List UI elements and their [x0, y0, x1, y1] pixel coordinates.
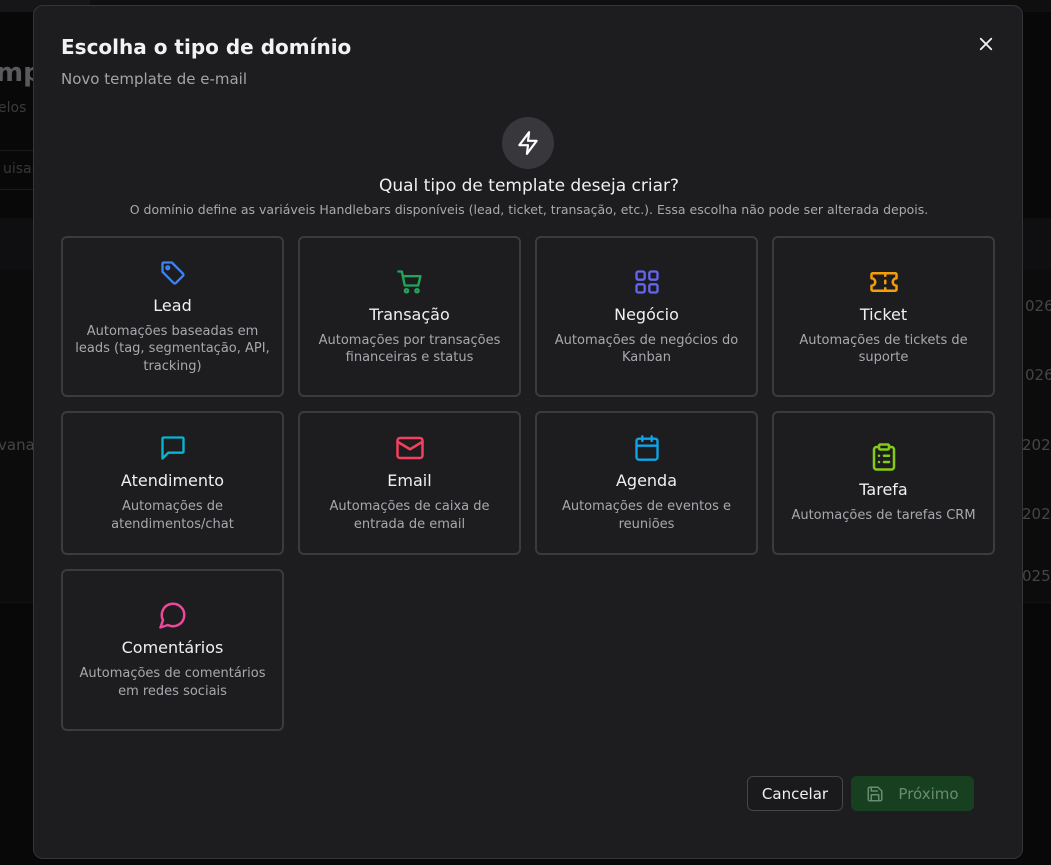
close-button[interactable]: [974, 32, 998, 56]
domain-card-negocio[interactable]: Negócio Automações de negócios do Kanban: [535, 236, 758, 397]
calendar-icon: [632, 433, 662, 463]
card-title: Negócio: [614, 304, 679, 324]
domain-card-transacao[interactable]: Transação Automações por transações fina…: [298, 236, 521, 397]
question-hint: O domínio define as variáveis Handlebars…: [129, 202, 929, 217]
card-title: Atendimento: [120, 471, 225, 490]
card-description: Automações de eventos e reuniões: [561, 499, 732, 532]
question-heading: Qual tipo de template deseja criar?: [378, 176, 680, 196]
save-icon: [867, 786, 883, 801]
domain-card-tarefa[interactable]: Tarefa Automações de tarefas CRM: [772, 411, 995, 555]
grid-icon: [632, 267, 662, 297]
dialog-title: Escolha o tipo de domínio: [61, 35, 352, 59]
domain-card-email[interactable]: Email Automações de caixa de entrada de …: [298, 411, 521, 555]
next-button-label: Próximo: [898, 784, 959, 803]
domain-type-dialog: Escolha o tipo de domínio Novo template …: [33, 5, 1023, 859]
card-title: Ticket: [859, 304, 908, 324]
cancel-button[interactable]: Cancelar: [747, 776, 843, 811]
clipboard-list-icon: [869, 442, 899, 472]
card-title: Agenda: [615, 471, 678, 490]
message-circle-icon: [158, 600, 188, 630]
close-icon: [979, 37, 993, 51]
card-description: Automações por transações financeiras e …: [318, 332, 501, 366]
zap-icon-circle: [502, 117, 554, 169]
dialog-subtitle: Novo template de e-mail: [61, 70, 247, 88]
domain-card-lead[interactable]: Lead Automações baseadas em leads (tag, …: [61, 236, 284, 397]
card-title: Email: [387, 471, 432, 490]
message-square-icon: [158, 433, 188, 463]
domain-card-atendimento[interactable]: Atendimento Automações de atendimentos/c…: [61, 411, 284, 555]
card-description: Automações de caixa de entrada de email: [329, 499, 490, 532]
next-button[interactable]: Próximo: [851, 776, 974, 811]
card-description: Automações de negócios do Kanban: [554, 332, 739, 366]
ticket-icon: [869, 267, 899, 297]
card-description: Automações de tickets de suporte: [799, 332, 968, 366]
card-description: Automações de tarefas CRM: [791, 507, 976, 523]
domain-card-comentarios[interactable]: Comentários Automações de comentários em…: [61, 569, 284, 731]
tag-icon: [158, 258, 188, 288]
card-title: Tarefa: [859, 479, 908, 499]
cart-icon: [395, 267, 425, 297]
card-title: Transação: [369, 304, 450, 324]
card-title: Lead: [153, 295, 192, 315]
card-description: Automações baseadas em leads (tag, segme…: [75, 323, 270, 374]
domain-card-agenda[interactable]: Agenda Automações de eventos e reuniões: [535, 411, 758, 555]
zap-icon: [518, 131, 538, 155]
card-title: Comentários: [121, 638, 224, 657]
card-description: Automações de comentários em redes socia…: [79, 666, 266, 699]
domain-card-ticket[interactable]: Ticket Automações de tickets de suporte: [772, 236, 995, 397]
mail-icon: [395, 433, 425, 463]
card-description: Automações de atendimentos/chat: [111, 499, 234, 532]
